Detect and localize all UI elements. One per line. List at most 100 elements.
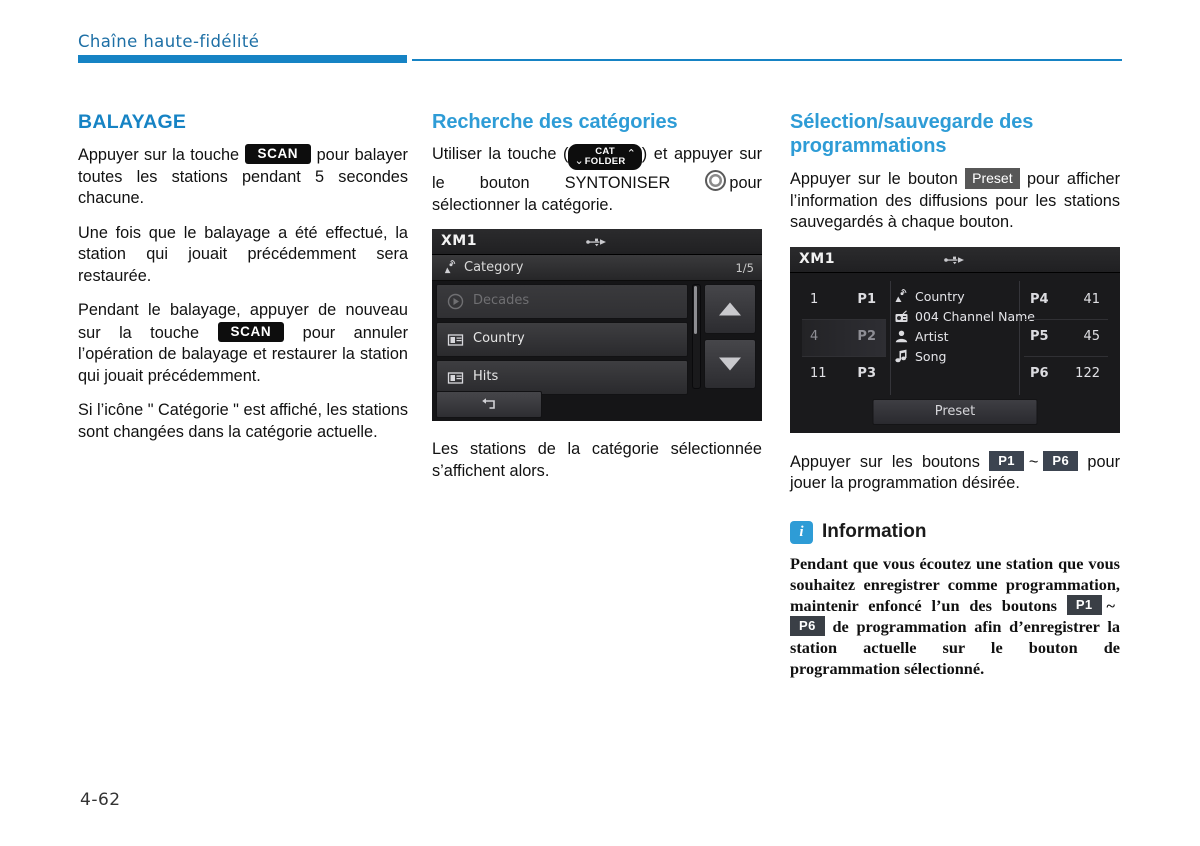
preset-button[interactable]: Preset: [872, 398, 1038, 425]
back-button[interactable]: [436, 391, 542, 419]
usb-icon: [586, 238, 606, 247]
preset-slot-label: P6: [1030, 365, 1049, 381]
preset-cell-p4[interactable]: P4 41: [1024, 283, 1108, 320]
scrollbar-thumb[interactable]: [694, 286, 697, 335]
chevron-down-icon: ⌄: [574, 155, 584, 167]
preset-channel-number: 4: [810, 328, 819, 344]
divider: [890, 280, 891, 395]
device-title-bar: XM1: [790, 246, 1120, 273]
text-fragment: Appuyer sur le bouton: [790, 170, 958, 188]
column-category-search: Recherche des catégories Utiliser la tou…: [432, 110, 762, 482]
tune-knob-icon: [705, 170, 727, 192]
folder-note-icon: [447, 372, 464, 384]
tilde-separator: ~: [1106, 595, 1116, 615]
info-row-artist: Artist: [894, 327, 1019, 347]
category-scrollbar[interactable]: [692, 284, 701, 390]
info-row-song: Song: [894, 347, 1019, 367]
paragraph-category-use: Utiliser la touche (⌄CAT FOLDER⌃) et appu…: [432, 144, 762, 216]
info-row-text: Song: [915, 348, 947, 364]
key-badge-scan: SCAN: [244, 144, 312, 164]
preset-slot-label: P3: [857, 365, 876, 381]
key-badge-scan: SCAN: [217, 321, 285, 342]
music-note-icon: [895, 349, 907, 362]
paragraph-scan-restore: Une fois que le balayage a été effectué,…: [78, 223, 408, 285]
section-heading-selection: Sélection/sauvegarde des programmations: [790, 111, 1034, 157]
key-badge-p6: P6: [1043, 450, 1079, 471]
preset-channel-number: 45: [1083, 328, 1100, 344]
page-number: 4-62: [80, 790, 121, 810]
preset-slot-label: P4: [1030, 291, 1049, 307]
satellite-dish-icon: [444, 260, 456, 274]
triangle-up-icon: [719, 302, 741, 316]
preset-channel-number: 1: [810, 291, 819, 307]
list-item[interactable]: Hits: [436, 360, 688, 396]
back-arrow-icon: [482, 398, 495, 410]
preset-cell-p2[interactable]: 4 P2: [802, 319, 886, 357]
section-heading-balayage: BALAYAGE: [78, 111, 187, 133]
column-scan: BALAYAGE Appuyer sur la touche SCAN pour…: [78, 110, 408, 443]
paragraph-category-icon: Si l’icône " Catégorie " est affiché, le…: [78, 401, 408, 441]
information-title: Information: [822, 521, 927, 542]
person-icon: [895, 330, 908, 342]
preset-channel-number: 122: [1075, 365, 1100, 381]
chevron-up-icon: ⌃: [626, 148, 636, 160]
preset-button-label: Preset: [934, 403, 976, 419]
key-badge-p1: P1: [989, 450, 1024, 471]
preset-slot-label: P1: [857, 291, 876, 307]
running-header: Chaîne haute-fidélité: [78, 32, 1122, 68]
info-row-category: Country: [894, 287, 1019, 307]
preset-column-left: 1 P1 4 P2 11 P3: [802, 283, 886, 393]
key-badge-cat-folder: ⌄CAT FOLDER⌃: [568, 144, 642, 171]
preset-now-playing-info: Country 004 Channel Name Artist Song: [894, 287, 1035, 367]
device-screenshot-category-list: XM1 Category 1/5 Decades Country Hits: [432, 229, 762, 422]
info-row-text: Artist: [915, 328, 949, 344]
list-item-label: Decades: [473, 293, 530, 309]
information-heading: i Information: [790, 520, 1120, 544]
key-label-folder: FOLDER: [584, 155, 626, 167]
list-item-label: Hits: [473, 369, 499, 385]
category-list: Decades Country Hits: [436, 284, 688, 398]
key-badge-p6: P6: [790, 615, 825, 636]
list-item-label: Country: [473, 331, 525, 347]
list-item[interactable]: Country: [436, 322, 688, 358]
text-fragment: Appuyer sur la touche: [78, 146, 240, 164]
preset-cell-p1[interactable]: 1 P1: [802, 283, 886, 320]
text-fragment: Appuyer sur les boutons: [790, 452, 980, 471]
key-badge-preset: Preset: [965, 168, 1020, 189]
scroll-up-button[interactable]: [704, 284, 756, 335]
device-source-label: XM1: [441, 233, 477, 250]
play-circle-icon: [447, 294, 464, 310]
usb-icon: [944, 256, 964, 264]
device-source-label: XM1: [799, 250, 835, 267]
scroll-down-button[interactable]: [704, 339, 756, 390]
header-rule-thin: [412, 59, 1122, 61]
header-rule: [78, 55, 1122, 65]
section-heading-recherche: Recherche des catégories: [432, 111, 678, 133]
triangle-down-icon: [719, 357, 741, 371]
preset-cell-p5[interactable]: P5 45: [1024, 320, 1108, 357]
info-icon: i: [790, 520, 813, 544]
tilde-separator: ~: [1028, 452, 1039, 471]
device-screenshot-preset: XM1 1 P1 4 P2 11 P3 Country 004 Channel …: [790, 246, 1120, 433]
text-fragment: Utiliser la touche (: [432, 145, 569, 163]
device-title-bar: XM1: [432, 229, 762, 256]
info-row-text: 004 Channel Name: [915, 308, 1036, 324]
category-pager: 1/5: [735, 261, 754, 276]
preset-cell-p6[interactable]: P6 122: [1024, 357, 1108, 393]
preset-cell-p3[interactable]: 11 P3: [802, 357, 886, 393]
paragraph-preset-button: Appuyer sur le bouton Preset pour affich…: [790, 168, 1120, 234]
key-cat-folder-stack: CAT FOLDER: [584, 145, 627, 168]
category-header-bar: Category 1/5: [432, 255, 762, 282]
radio-icon: [895, 309, 908, 322]
preset-slot-label: P2: [857, 328, 876, 344]
chapter-title: Chaîne haute-fidélité: [78, 32, 260, 51]
paragraph-scan-cancel: Pendant le balayage, appuyer de nouveau …: [78, 300, 408, 387]
header-rule-thick: [78, 55, 407, 63]
column-preset: Sélection/sauvegarde des programmations …: [790, 110, 1120, 679]
preset-column-right: P4 41 P5 45 P6 122: [1024, 283, 1108, 393]
caption-category-result: Les stations de la catégorie sélectionné…: [432, 440, 762, 480]
information-body: Pendant que vous écoutez une station que…: [790, 553, 1120, 679]
category-label: Category: [464, 260, 524, 276]
key-badge-p1: P1: [1066, 594, 1102, 615]
list-item[interactable]: Decades: [436, 284, 688, 320]
